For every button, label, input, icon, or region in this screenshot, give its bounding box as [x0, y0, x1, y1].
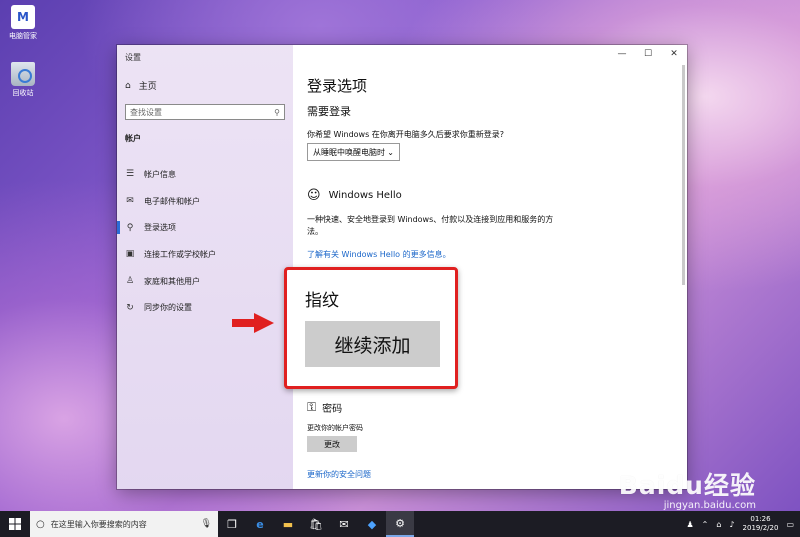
- password-title: 密码: [322, 404, 343, 415]
- dropdown-value: 从睡眠中唤醒电脑时: [313, 147, 385, 157]
- sidebar-home-label: 主页: [138, 82, 157, 92]
- sidebar: 设置 ⌂ 主页 查找设置 ⚲ 帐户 ☰ 帐户信息 ✉ 电子邮件和帐户 ⚲ 登录选…: [117, 45, 293, 489]
- taskbar-search-placeholder: 在这里输入你要搜索的内容: [50, 519, 147, 529]
- sidebar-item-label: 同步你的设置: [144, 303, 192, 313]
- pc-manager-taskbar-icon[interactable]: ◆: [358, 511, 386, 537]
- home-icon: ⌂: [125, 80, 131, 91]
- chevron-down-icon: ⌄: [387, 147, 394, 157]
- person-card-icon: ☰: [125, 169, 135, 180]
- mail-icon: ✉: [126, 196, 134, 207]
- sidebar-item-work-school[interactable]: ▣ 连接工作或学校帐户: [117, 241, 293, 268]
- settings-search-input[interactable]: 查找设置 ⚲: [125, 104, 285, 120]
- notification-icon[interactable]: ▭: [786, 520, 794, 529]
- settings-icon[interactable]: ⚙: [386, 511, 414, 537]
- recycle-bin-icon: [11, 62, 35, 86]
- windows-hello-title: Windows Hello: [328, 190, 402, 201]
- task-view-icon[interactable]: ❐: [218, 511, 246, 537]
- change-password-button[interactable]: 更改: [307, 436, 357, 452]
- pc-manager-icon: M: [11, 5, 35, 29]
- page-title: 登录选项: [307, 77, 368, 95]
- require-signin-question: 你希望 Windows 在你离开电脑多久后要求你重新登录?: [307, 130, 505, 139]
- people-icon[interactable]: ♟: [686, 520, 693, 529]
- clock-date: 2019/2/20: [742, 524, 779, 532]
- desktop-icon-label: 电脑管家: [9, 32, 37, 40]
- red-arrow-icon: [232, 313, 274, 333]
- watermark-main: Baidu经验: [618, 471, 756, 500]
- desktop-icon-label: 回收站: [12, 89, 34, 97]
- key-icon: ⚲: [126, 222, 134, 233]
- sidebar-item-account-info[interactable]: ☰ 帐户信息: [117, 161, 293, 188]
- sidebar-item-label: 连接工作或学校帐户: [144, 249, 216, 259]
- sidebar-home[interactable]: ⌂ 主页: [125, 79, 157, 93]
- cortana-icon: ○: [36, 518, 45, 530]
- key-icon: ⚿: [307, 400, 317, 414]
- clock[interactable]: 01:26 2019/2/20: [743, 515, 779, 533]
- search-icon: ⚲: [274, 107, 280, 117]
- fingerprint-callout: 指纹 继续添加: [284, 267, 458, 389]
- search-placeholder: 查找设置: [130, 107, 162, 117]
- volume-icon[interactable]: ♪: [729, 520, 734, 529]
- fingerprint-title: 指纹: [305, 291, 339, 311]
- require-signin-heading: 需要登录: [307, 105, 351, 118]
- sidebar-item-email-accounts[interactable]: ✉ 电子邮件和帐户: [117, 188, 293, 215]
- smiley-icon: ☺: [307, 188, 321, 203]
- people-icon: ♙: [125, 276, 135, 287]
- windows-hello-heading: ☺ Windows Hello: [307, 188, 402, 203]
- password-heading: ⚿ 密码: [307, 400, 342, 415]
- briefcase-icon: ▣: [125, 249, 135, 260]
- windows-logo-icon: [9, 518, 21, 530]
- mail-icon[interactable]: ✉: [330, 511, 358, 537]
- network-icon[interactable]: ⌂: [716, 520, 721, 529]
- system-tray: ♟ ⌃ ⌂ ♪ 01:26 2019/2/20 ▭: [686, 515, 800, 533]
- security-questions-link[interactable]: 更新你的安全问题: [307, 469, 371, 480]
- window-title: 设置: [125, 53, 141, 62]
- section-label: 帐户: [125, 134, 141, 143]
- password-hint: 更改你的帐户密码: [307, 424, 363, 432]
- taskbar-search-input[interactable]: ○ 在这里输入你要搜索的内容 🎙: [30, 511, 218, 537]
- sync-icon: ↻: [126, 302, 134, 313]
- start-button[interactable]: [0, 511, 30, 537]
- baidu-watermark: Baidu经验 jingyan.baidu.com: [619, 466, 756, 511]
- sidebar-item-label: 电子邮件和帐户: [144, 196, 200, 206]
- windows-hello-description: 一种快速、安全地登录到 Windows、付款以及连接到应用和服务的方法。: [307, 215, 554, 236]
- continue-add-button[interactable]: 继续添加: [305, 321, 440, 367]
- desktop-icon-pc-manager[interactable]: M 电脑管家: [6, 5, 40, 41]
- windows-hello-learn-more-link[interactable]: 了解有关 Windows Hello 的更多信息。: [307, 249, 451, 260]
- store-icon[interactable]: 🛍: [302, 511, 330, 537]
- sidebar-item-family[interactable]: ♙ 家庭和其他用户: [117, 268, 293, 295]
- chevron-up-icon[interactable]: ⌃: [702, 520, 709, 529]
- desktop-icon-recycle-bin[interactable]: 回收站: [6, 62, 40, 98]
- sidebar-item-signin-options[interactable]: ⚲ 登录选项: [117, 214, 293, 241]
- sidebar-item-label: 登录选项: [144, 223, 176, 233]
- sidebar-item-label: 帐户信息: [144, 169, 176, 179]
- sidebar-nav: ☰ 帐户信息 ✉ 电子邮件和帐户 ⚲ 登录选项 ▣ 连接工作或学校帐户 ♙ 家庭…: [117, 161, 293, 321]
- microphone-icon: 🎙: [200, 519, 212, 529]
- sidebar-item-label: 家庭和其他用户: [144, 276, 200, 286]
- taskbar: ○ 在这里输入你要搜索的内容 🎙 ❐ e ▬ 🛍 ✉ ◆ ⚙ ♟ ⌃ ⌂ ♪ 0…: [0, 511, 800, 537]
- scrollbar[interactable]: [682, 65, 685, 285]
- edge-icon[interactable]: e: [246, 511, 274, 537]
- file-explorer-icon[interactable]: ▬: [274, 511, 302, 537]
- clock-time: 01:26: [750, 515, 771, 523]
- require-signin-dropdown[interactable]: 从睡眠中唤醒电脑时 ⌄: [307, 143, 400, 161]
